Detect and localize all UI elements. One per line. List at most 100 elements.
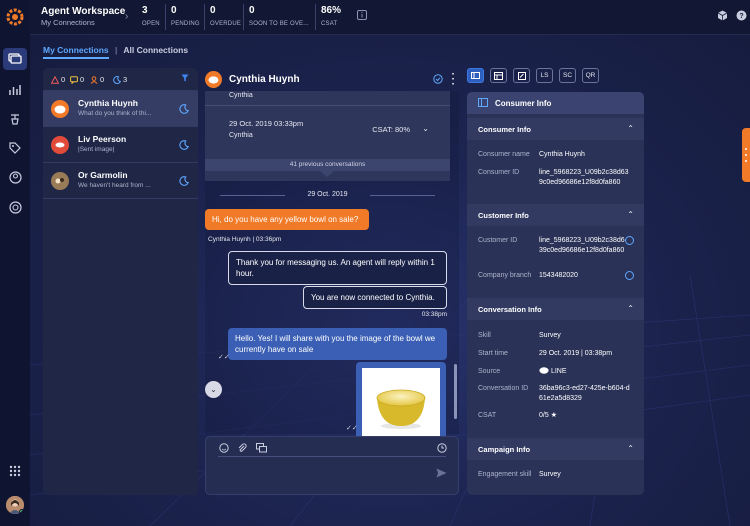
moon-icon	[179, 176, 189, 188]
avatar	[51, 136, 69, 154]
message-composer[interactable]	[205, 436, 459, 495]
conversation-preview: |Sent image|	[78, 146, 115, 153]
chevron-up-icon: ⌃	[627, 444, 634, 453]
message-thread[interactable]: Cynthia 29 Oct. 2019 03:33pm Cynthia CSA…	[205, 91, 459, 448]
read-receipt-icon: ✓✓	[346, 425, 358, 432]
workspace-subtitle: My Connections	[41, 18, 95, 27]
conversation-name: Or Garmolin	[78, 170, 128, 180]
star-icon: ★	[550, 412, 557, 419]
line-avatar-icon	[205, 71, 222, 88]
conversation-item[interactable]: Cynthia Huynh What do you think of thi..…	[43, 91, 198, 127]
notes-tool-icon[interactable]	[513, 68, 530, 83]
send-icon[interactable]	[436, 468, 447, 481]
stat-open[interactable]: 3 OPEN	[142, 5, 160, 27]
consumer-info-tool-icon[interactable]	[467, 68, 484, 83]
chevron-up-icon: ⌃	[627, 124, 634, 133]
user-count[interactable]: 0	[90, 75, 104, 84]
history-author: Cynthia	[229, 132, 253, 139]
conversation-id-value: 36ba96c3-ed27-425e-b604-d61e2a5d8329	[539, 385, 630, 402]
app-launcher-icon[interactable]	[6, 462, 24, 480]
system-message: You are now connected to Cynthia.	[303, 286, 447, 309]
emoji-icon[interactable]	[219, 443, 229, 455]
engagement-skill-value: Survey	[539, 471, 561, 478]
consumer-info-panel: Consumer Info Consumer Info ⌃ Consumer n…	[467, 92, 644, 495]
package-icon[interactable]	[716, 10, 728, 22]
message-count[interactable]: 0	[70, 75, 84, 84]
attachment-icon[interactable]	[237, 443, 247, 455]
conversation-item[interactable]: Or Garmolin We haven't heard from ...	[43, 163, 198, 199]
source-value: LINE	[539, 367, 631, 377]
conversation-list-header: 0 0 0 3	[43, 68, 198, 91]
user-icon	[90, 75, 98, 84]
field-label: Customer ID	[478, 237, 518, 244]
read-receipt-icon: ✓✓	[218, 354, 230, 361]
brand-logo-icon	[6, 8, 24, 26]
start-time-value: 29 Oct. 2019 | 03:38pm	[539, 350, 613, 357]
info-icon[interactable]	[356, 10, 368, 22]
chevron-right-icon: ›	[125, 11, 129, 22]
field-label: Start time	[478, 350, 508, 357]
tab-my-connections[interactable]: My Connections	[43, 45, 109, 59]
history-csat: CSAT: 80%	[372, 125, 410, 134]
conversation-name: Liv Peerson	[78, 134, 127, 144]
more-options-icon[interactable]: · · ·	[452, 70, 455, 90]
left-rail	[0, 0, 30, 526]
nav-tags-icon[interactable]	[6, 139, 24, 157]
tab-all-connections[interactable]: | All Connections	[115, 45, 188, 55]
nav-analytics-icon[interactable]	[6, 81, 24, 99]
alert-icon	[51, 75, 59, 84]
tool-qr[interactable]: QR	[582, 68, 599, 83]
widgets-tool-icon[interactable]	[490, 68, 507, 83]
customer-id-value: line_5968223_U09b2c38d639c0ed96686e12f8d…	[539, 237, 625, 254]
section-consumer-info[interactable]: Consumer Info ⌃	[467, 118, 644, 140]
verified-icon	[625, 271, 634, 280]
section-customer-info[interactable]: Customer Info ⌃	[467, 204, 644, 226]
svg-text:?: ?	[739, 13, 743, 20]
chevron-up-icon: ⌃	[627, 304, 634, 313]
panel-icon	[478, 98, 488, 109]
moon-icon	[179, 140, 189, 152]
nav-campaigns-icon[interactable]	[6, 198, 24, 216]
clock-icon[interactable]	[437, 443, 447, 455]
previous-conversations-link[interactable]: 41 previous conversations	[205, 159, 450, 171]
section-conversation-info[interactable]: Conversation Info ⌃	[467, 298, 644, 320]
stat-soon-overdue[interactable]: 0 SOON TO BE OVE...	[249, 5, 309, 27]
nav-bots-icon[interactable]	[6, 110, 24, 128]
field-label: CSAT	[478, 412, 497, 419]
chevron-down-icon[interactable]: ⌄	[422, 124, 429, 133]
consumer-id-value: line_5968223_U09b2c38d639c0ed96686e12f8d…	[539, 169, 629, 186]
history-date: 29 Oct. 2019 03:33pm	[229, 119, 304, 128]
tool-ls[interactable]: LS	[536, 68, 553, 83]
verified-icon	[625, 236, 634, 245]
scrollbar[interactable]	[454, 364, 457, 419]
filter-icon[interactable]	[181, 74, 189, 84]
section-campaign-info[interactable]: Campaign Info ⌃	[467, 438, 644, 460]
stat-overdue[interactable]: 0 OVERDUE	[210, 5, 241, 27]
canned-responses-icon[interactable]	[256, 443, 267, 455]
agent-message: Hello. Yes! I will share with you the im…	[228, 328, 447, 360]
panel-title: Consumer Info	[495, 99, 552, 108]
message-time: 03:38pm	[421, 311, 447, 318]
field-label: Consumer name	[478, 151, 530, 158]
alert-count[interactable]: 0	[51, 75, 65, 84]
help-icon[interactable]: ?	[735, 10, 747, 22]
field-label: Conversation ID	[478, 385, 529, 392]
field-label: Consumer ID	[478, 169, 520, 176]
nav-conversations-icon[interactable]	[3, 48, 27, 70]
stat-pending[interactable]: 0 PENDING	[171, 5, 200, 27]
tool-sc[interactable]: SC	[559, 68, 576, 83]
avatar	[51, 172, 69, 190]
nav-users-icon[interactable]	[6, 168, 24, 186]
conversation-item[interactable]: Liv Peerson |Sent image|	[43, 127, 198, 163]
bowl-image	[362, 368, 440, 442]
resolve-check-icon[interactable]	[433, 74, 443, 86]
line-icon	[539, 367, 549, 374]
away-count[interactable]: 3	[113, 75, 127, 84]
agent-avatar[interactable]	[6, 496, 24, 514]
system-message: Thank you for messaging us. An agent wil…	[228, 251, 447, 285]
field-label: Source	[478, 368, 501, 375]
side-drawer-handle[interactable]	[742, 128, 750, 182]
scroll-down-button[interactable]: ⌄	[205, 381, 222, 398]
moon-icon	[113, 75, 121, 84]
stat-csat[interactable]: 86% CSAT	[321, 5, 341, 27]
